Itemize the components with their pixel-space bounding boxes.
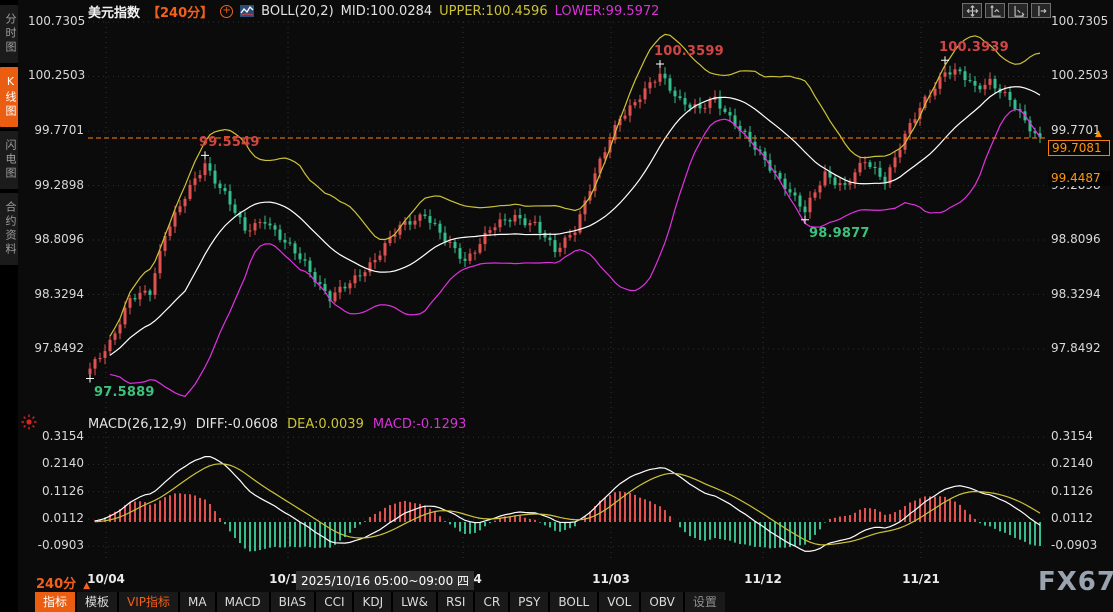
toolbar-item-8[interactable]: LW& bbox=[393, 592, 436, 612]
period-selector[interactable]: 240分 ▲ bbox=[36, 573, 90, 592]
axis-zoom-horizontal-icon[interactable] bbox=[1008, 3, 1028, 18]
toolbar-item-5[interactable]: BIAS bbox=[271, 592, 315, 612]
price-axis-label: 98.3294 bbox=[28, 287, 84, 301]
price-annotation: 97.5889 bbox=[94, 385, 155, 400]
macd-axis-label: 0.3154 bbox=[1051, 429, 1093, 443]
toolbar-item-10[interactable]: CR bbox=[475, 592, 508, 612]
toolbar-item-7[interactable]: KDJ bbox=[354, 592, 391, 612]
indicator-toolbar: 指标模板VIP指标MAMACDBIASCCIKDJLW&RSICRPSYBOLL… bbox=[35, 592, 725, 612]
price-annotation: 99.5549 bbox=[199, 135, 260, 150]
price-axis-label: 100.7305 bbox=[28, 14, 84, 28]
app-root: 分时图 K线图闪电图合约资料 美元指数 【240分】 + BOLL(20,2) M… bbox=[0, 0, 1113, 612]
period-dropdown-icon: ▲ bbox=[83, 581, 90, 591]
macd-axis-label: -0.0903 bbox=[1051, 538, 1097, 552]
price-axis-label: 99.7701 bbox=[28, 123, 84, 137]
macd-label: MACD(26,12,9) bbox=[88, 417, 187, 432]
candlestick-chart-canvas[interactable] bbox=[0, 0, 1113, 612]
price-marker-icon: ▲ bbox=[1095, 129, 1102, 139]
price-axis-label: 98.8096 bbox=[28, 232, 84, 246]
price-axis-label: 100.2503 bbox=[1051, 68, 1108, 82]
boll-mid-value: MID:100.0284 bbox=[341, 4, 432, 19]
price-axis-label: 97.8492 bbox=[28, 341, 84, 355]
toolbar-item-6[interactable]: CCI bbox=[316, 592, 352, 612]
toolbar-item-3[interactable]: MA bbox=[180, 592, 215, 612]
macd-layer bbox=[95, 457, 1040, 552]
toolbar-item-4[interactable]: MACD bbox=[217, 592, 269, 612]
date-axis-label: 11/12 bbox=[744, 572, 782, 586]
price-annotation: 100.3599 bbox=[654, 44, 724, 59]
toolbar-item-11[interactable]: PSY bbox=[510, 592, 548, 612]
price-annotation: 100.3939 bbox=[939, 40, 1009, 55]
macd-macd-value: MACD:-0.1293 bbox=[373, 417, 467, 432]
toolbar-item-0[interactable]: 指标 bbox=[35, 592, 75, 612]
toolbar-item-14[interactable]: OBV bbox=[641, 592, 683, 612]
date-axis-label: 10/04 bbox=[87, 572, 125, 586]
period-label: 【240分】 bbox=[147, 2, 213, 21]
toolbar-item-1[interactable]: 模板 bbox=[77, 592, 117, 612]
price-axis-label: 99.2898 bbox=[28, 178, 84, 192]
date-axis-label: 11/03 bbox=[592, 572, 630, 586]
period-selector-label: 240分 bbox=[36, 577, 76, 592]
toolbar-item-12[interactable]: BOLL bbox=[550, 592, 597, 612]
price-annotation: 98.9877 bbox=[809, 226, 870, 241]
toolbar-item-15[interactable]: 设置 bbox=[685, 592, 725, 612]
macd-axis-label: 0.1126 bbox=[28, 484, 84, 498]
price-axis-label: 100.7305 bbox=[1051, 14, 1108, 28]
gridlines bbox=[88, 22, 1046, 558]
sidebar-tab-0[interactable]: 分时图 bbox=[0, 5, 18, 63]
alarm-icon[interactable] bbox=[20, 413, 38, 431]
macd-axis-label: -0.0903 bbox=[28, 538, 84, 552]
date-axis-label: 11/21 bbox=[902, 572, 940, 586]
axis-zoom-vertical-icon[interactable] bbox=[985, 3, 1005, 18]
sidebar-tab-2[interactable]: 闪电图 bbox=[0, 131, 18, 189]
chart-type-icon[interactable] bbox=[240, 5, 254, 17]
macd-axis-label: 0.0112 bbox=[28, 511, 84, 525]
macd-axis-label: 0.2140 bbox=[1051, 456, 1093, 470]
symbol-title: 美元指数 bbox=[88, 2, 140, 21]
add-indicator-icon[interactable]: + bbox=[220, 5, 233, 18]
macd-dea-value: DEA:0.0039 bbox=[287, 417, 364, 432]
toolbar-item-9[interactable]: RSI bbox=[438, 592, 474, 612]
price-axis-label: 97.8492 bbox=[1051, 341, 1101, 355]
secondary-price-box: 99.4487 bbox=[1048, 171, 1111, 186]
macd-axis-label: 0.3154 bbox=[28, 429, 84, 443]
macd-axis-label: 0.2140 bbox=[28, 456, 84, 470]
axis-pan-right-icon[interactable] bbox=[1031, 3, 1051, 18]
boll-lower-value: LOWER:99.5972 bbox=[555, 4, 660, 19]
macd-diff-value: DIFF:-0.0608 bbox=[196, 417, 278, 432]
last-price-box: 99.7081 bbox=[1048, 140, 1110, 156]
bollinger-layer bbox=[110, 34, 1040, 396]
macd-axis-label: 0.1126 bbox=[1051, 484, 1093, 498]
overlay-marks bbox=[86, 56, 1046, 382]
sidebar-tab-3[interactable]: 合约资料 bbox=[0, 193, 18, 265]
macd-header: MACD(26,12,9) DIFF:-0.0608 DEA:0.0039 MA… bbox=[88, 417, 466, 432]
price-axis-label: 98.3294 bbox=[1051, 287, 1101, 301]
sidebar-tab-1[interactable]: K线图 bbox=[0, 67, 18, 127]
price-axis-label: 99.7701 bbox=[1051, 123, 1101, 137]
crosshair-move-icon[interactable] bbox=[962, 3, 982, 18]
watermark: FX678 bbox=[1038, 567, 1113, 597]
toolbar-item-2[interactable]: VIP指标 bbox=[119, 592, 178, 612]
chart-tool-buttons bbox=[962, 3, 1051, 18]
chart-header: 美元指数 【240分】 + BOLL(20,2) MID:100.0284 UP… bbox=[88, 3, 659, 19]
price-axis-label: 98.8096 bbox=[1051, 232, 1101, 246]
boll-label: BOLL(20,2) bbox=[261, 4, 334, 19]
crosshair-date-tooltip: 2025/10/16 05:00~09:00 四 bbox=[296, 571, 474, 590]
boll-upper-value: UPPER:100.4596 bbox=[439, 4, 547, 19]
toolbar-item-13[interactable]: VOL bbox=[599, 592, 639, 612]
macd-axis-label: 0.0112 bbox=[1051, 511, 1093, 525]
sidebar-tab-rail: 分时图 K线图闪电图合约资料 bbox=[0, 0, 18, 612]
price-axis-label: 100.2503 bbox=[28, 68, 84, 82]
